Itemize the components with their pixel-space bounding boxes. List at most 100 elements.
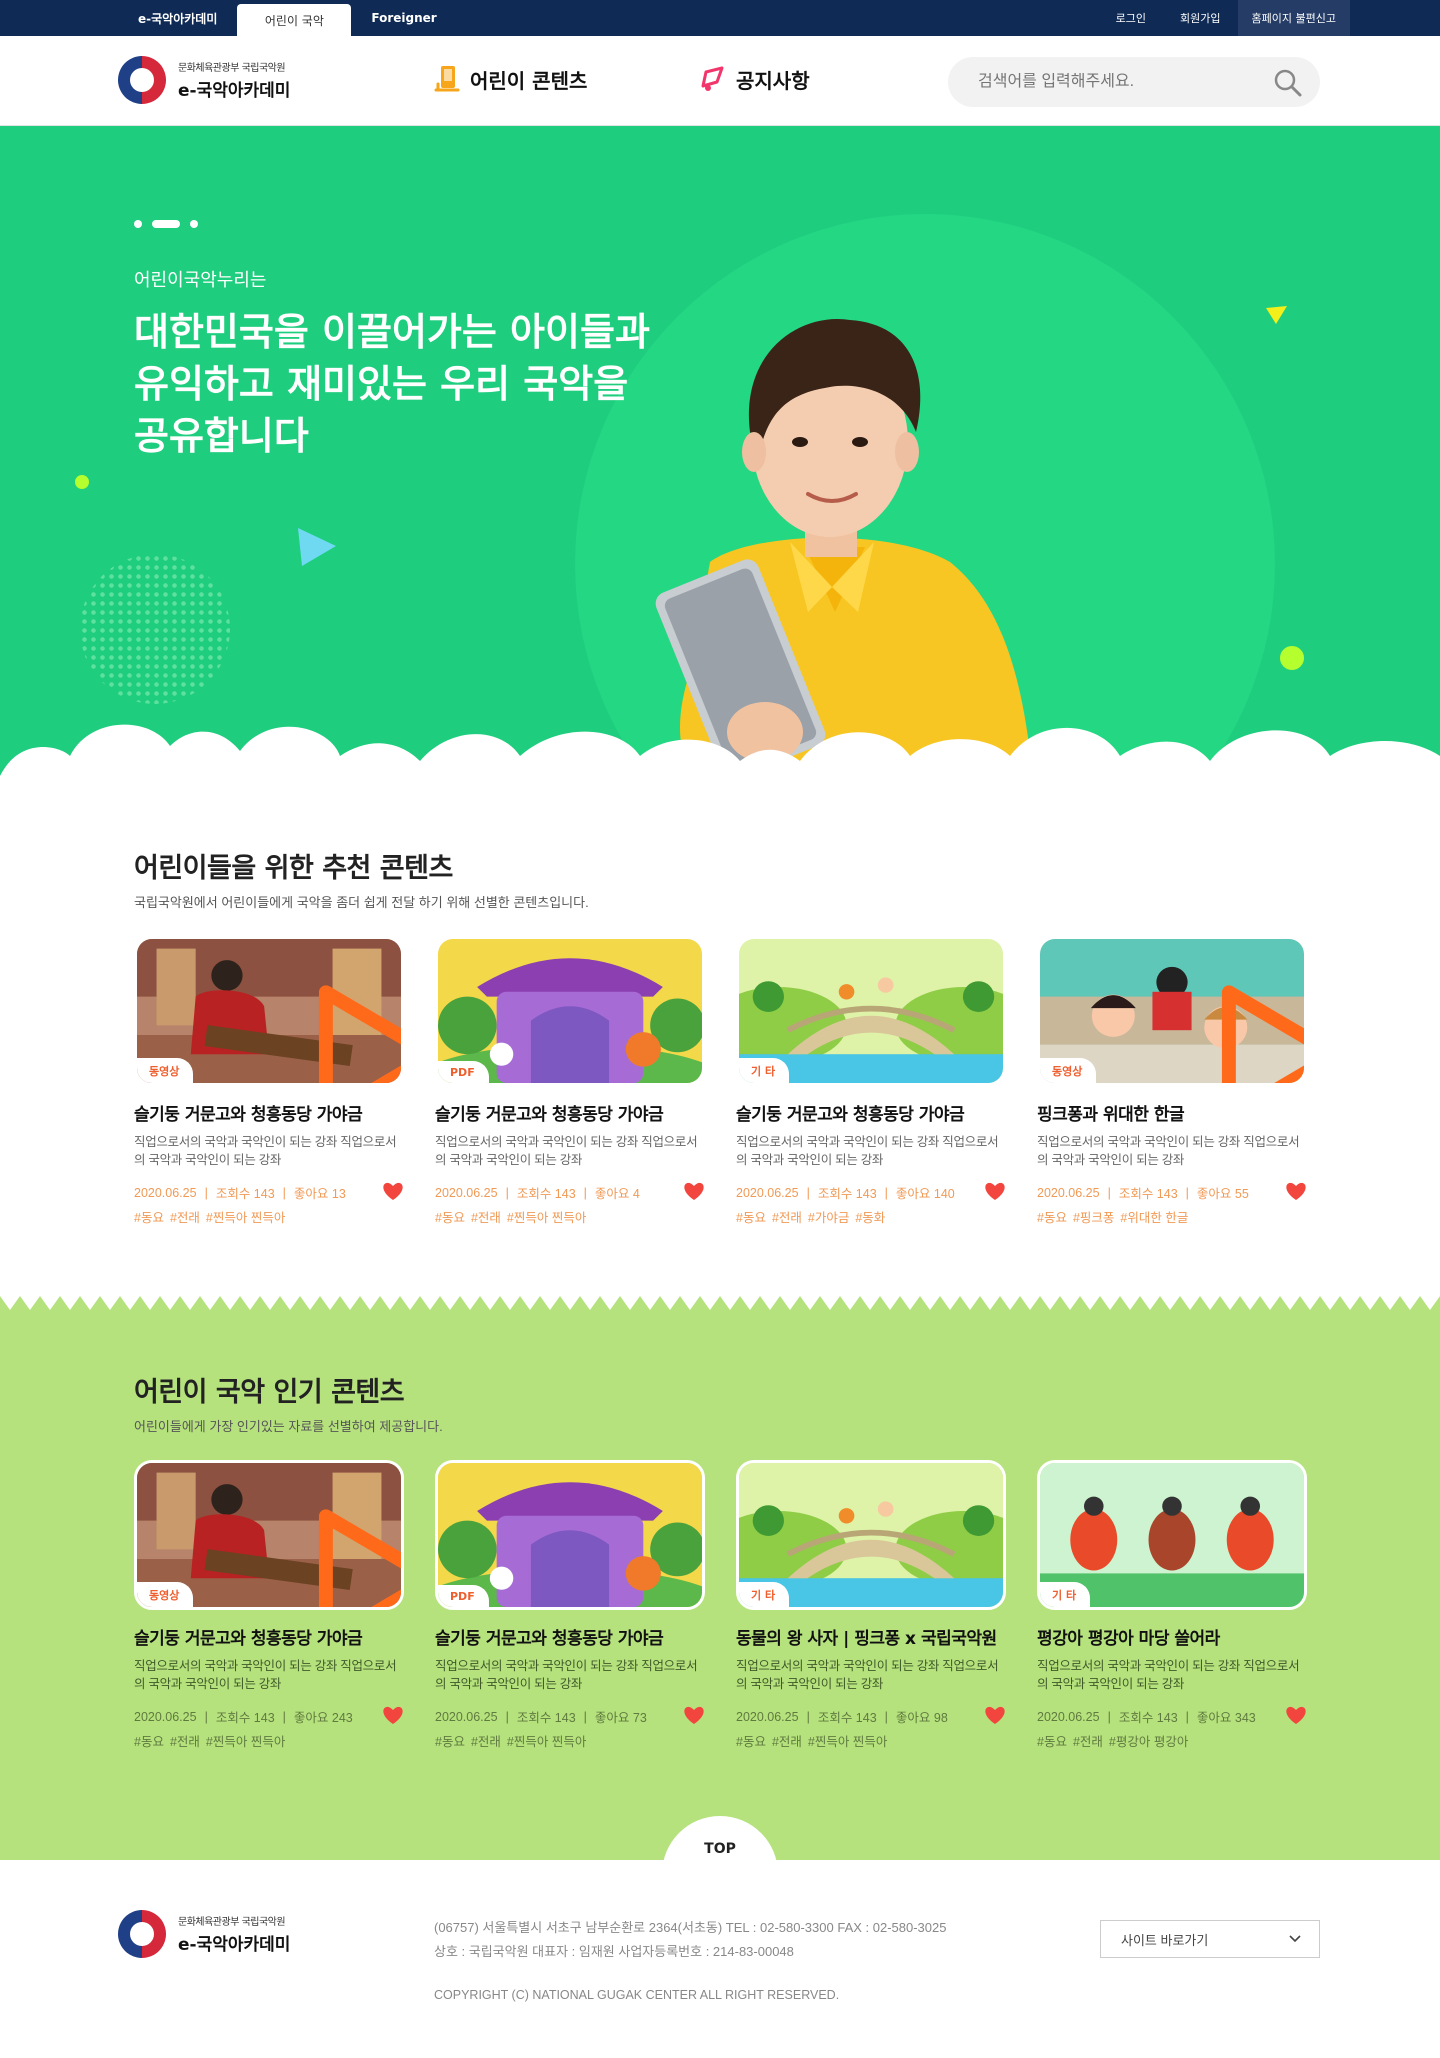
tag-link[interactable]: #찐득아 찐득아 [507,1735,586,1749]
content-card[interactable]: 기 타 동물의 왕 사자 | 핑크퐁 x 국립국악원 직업으로서의 국악과 국악… [736,1460,1006,1750]
tag-link[interactable]: #위대한 한글 [1120,1211,1188,1225]
tag-link[interactable]: #찐득아 찐득아 [507,1211,586,1225]
login-link[interactable]: 로그인 [1099,10,1163,26]
nav-kids-contents[interactable]: 어린이 콘텐츠 [434,64,587,94]
top-bar: e-국악아카데미 어린이 국악 Foreigner 로그인 회원가입 홈페이지 … [0,0,1440,36]
signup-link[interactable]: 회원가입 [1163,10,1237,26]
tag-link[interactable]: #동요 [134,1735,164,1749]
tag-link[interactable]: #가야금 [808,1211,849,1225]
heart-icon[interactable] [984,1705,1006,1725]
recommended-title: 어린이들을 위한 추천 콘텐츠 [134,846,453,885]
tag-link[interactable]: #동요 [736,1735,766,1749]
tag-link[interactable]: #전래 [170,1211,200,1225]
tag-link[interactable]: #동화 [855,1211,885,1225]
page: e-국악아카데미 어린이 국악 Foreigner 로그인 회원가입 홈페이지 … [0,0,1440,2058]
nav-notice-label: 공지사항 [736,68,810,93]
tag-link[interactable]: #찐득아 찐득아 [206,1735,285,1749]
popular-title-text: 어린이 국악 [134,1377,274,1408]
heart-icon[interactable] [382,1705,404,1725]
card-meta: 2020.06.25 | 조회수 143 | 좋아요 73 [435,1705,705,1726]
card-title[interactable]: 슬기둥 거문고와 청흥동당 가야금 [435,1100,705,1125]
heart-icon[interactable] [1285,1181,1307,1201]
heart-icon[interactable] [683,1705,705,1725]
heart-icon[interactable] [382,1181,404,1201]
tag-link[interactable]: #찐득아 찐득아 [206,1211,285,1225]
tag-link[interactable]: #동요 [134,1211,164,1225]
tab-foreigner[interactable]: Foreigner [351,0,456,36]
tab-e-gugak-academy[interactable]: e-국악아카데미 [118,0,237,36]
card-description: 직업으로서의 국악과 국악인이 되는 강좌 직업으로서의 국악과 국악인이 되는… [1037,1659,1300,1691]
card-thumbnail[interactable]: 기 타 [736,936,1006,1086]
tag-link[interactable]: #전래 [471,1211,501,1225]
card-title[interactable]: 핑크퐁과 위대한 한글 [1037,1100,1307,1125]
play-icon[interactable] [245,1507,404,1610]
recommended-title-highlight: 추천 콘텐츠 [322,846,453,885]
tag-link[interactable]: #동요 [736,1211,766,1225]
nav-kids-contents-label: 어린이 콘텐츠 [470,68,588,93]
content-card[interactable]: 기 타 평강아 평강아 마당 쓸어라 직업으로서의 국악과 국악인이 되는 강좌… [1037,1460,1307,1750]
card-views: 조회수 143 [516,1711,576,1725]
card-title[interactable]: 슬기둥 거문고와 청흥동당 가야금 [435,1624,705,1649]
tag-link[interactable]: #동요 [1037,1735,1067,1749]
play-icon[interactable] [1148,983,1307,1086]
heart-icon[interactable] [1285,1705,1307,1725]
tag-link[interactable]: #전래 [772,1735,802,1749]
report-link[interactable]: 홈페이지 불편신고 [1237,0,1350,36]
nav-notice[interactable]: 공지사항 [700,64,810,94]
card-meta: 2020.06.25 | 조회수 143 | 좋아요 98 [736,1705,1006,1726]
site-tabs: e-국악아카데미 어린이 국악 Foreigner [118,0,457,36]
content-card[interactable]: 동영상 핑크퐁과 위대한 한글 직업으로서의 국악과 국악인이 되는 강좌 직업… [1037,936,1307,1226]
green-dot-decoration [1280,646,1304,670]
search-icon[interactable] [1272,67,1304,99]
card-date: 2020.06.25 [1037,1185,1100,1200]
tag-link[interactable]: #동요 [1037,1211,1067,1225]
content-card[interactable]: PDF 슬기둥 거문고와 청흥동당 가야금 직업으로서의 국악과 국악인이 되는… [435,1460,705,1750]
card-thumbnail[interactable]: 동영상 [134,1460,404,1610]
footer-logo-title: e-국악아카데미 [178,1935,291,1955]
footer-logo[interactable]: 문화체육관광부 국립국악원 e-국악아카데미 [118,1910,290,1958]
card-title[interactable]: 평강아 평강아 마당 쓸어라 [1037,1624,1307,1649]
tag-link[interactable]: #전래 [772,1211,802,1225]
tag-link[interactable]: #평강아 평강아 [1109,1735,1188,1749]
card-date: 2020.06.25 [134,1709,197,1724]
tag-link[interactable]: #동요 [435,1211,465,1225]
tag-link[interactable]: #동요 [435,1735,465,1749]
card-thumbnail[interactable]: PDF [435,1460,705,1610]
card-title[interactable]: 슬기둥 거문고와 청흥동당 가야금 [134,1624,404,1649]
card-thumbnail[interactable]: 기 타 [1037,1460,1307,1610]
heart-icon[interactable] [984,1181,1006,1201]
search-input[interactable] [978,73,1258,91]
heart-icon[interactable] [683,1181,705,1201]
play-icon[interactable] [245,983,404,1086]
content-card[interactable]: 동영상 슬기둥 거문고와 청흥동당 가야금 직업으로서의 국악과 국악인이 되는… [134,936,404,1226]
card-meta: 2020.06.25 | 조회수 143 | 좋아요 140 [736,1181,1006,1202]
content-type-badge: 동영상 [137,1058,194,1083]
card-likes: 좋아요 243 [293,1711,353,1725]
card-thumbnail[interactable]: 동영상 [1037,936,1307,1086]
tag-link[interactable]: #전래 [471,1735,501,1749]
card-likes: 좋아요 13 [293,1187,346,1201]
tag-link[interactable]: #핑크퐁 [1073,1211,1114,1225]
taegeuk-emblem-icon [118,56,166,104]
tag-link[interactable]: #전래 [1073,1735,1103,1749]
card-title[interactable]: 슬기둥 거문고와 청흥동당 가야금 [134,1100,404,1125]
tab-kids-gugak[interactable]: 어린이 국악 [237,4,352,36]
card-likes: 좋아요 4 [594,1187,640,1201]
card-thumbnail[interactable]: 기 타 [736,1460,1006,1610]
tag-link[interactable]: #전래 [170,1735,200,1749]
content-card[interactable]: PDF 슬기둥 거문고와 청흥동당 가야금 직업으로서의 국악과 국악인이 되는… [435,936,705,1226]
content-card[interactable]: 기 타 슬기둥 거문고와 청흥동당 가야금 직업으로서의 국악과 국악인이 되는… [736,936,1006,1226]
card-thumbnail[interactable]: PDF [435,936,705,1086]
site-logo[interactable]: 문화체육관광부 국립국악원 e-국악아카데미 [118,56,290,104]
card-views: 조회수 143 [817,1187,877,1201]
card-description: 직업으로서의 국악과 국악인이 되는 강좌 직업으로서의 국악과 국악인이 되는… [736,1135,999,1167]
card-title[interactable]: 동물의 왕 사자 | 핑크퐁 x 국립국악원 [736,1624,1006,1649]
content-card[interactable]: 동영상 슬기둥 거문고와 청흥동당 가야금 직업으로서의 국악과 국악인이 되는… [134,1460,404,1750]
card-thumbnail[interactable]: 동영상 [134,936,404,1086]
card-date: 2020.06.25 [134,1185,197,1200]
tag-link[interactable]: #찐득아 찐득아 [808,1735,887,1749]
triangle-decoration [1266,306,1287,324]
card-description: 직업으로서의 국악과 국악인이 되는 강좌 직업으로서의 국악과 국악인이 되는… [134,1659,397,1691]
card-title[interactable]: 슬기둥 거문고와 청흥동당 가야금 [736,1100,1006,1125]
site-shortcut-select[interactable]: 사이트 바로가기 [1100,1920,1320,1958]
